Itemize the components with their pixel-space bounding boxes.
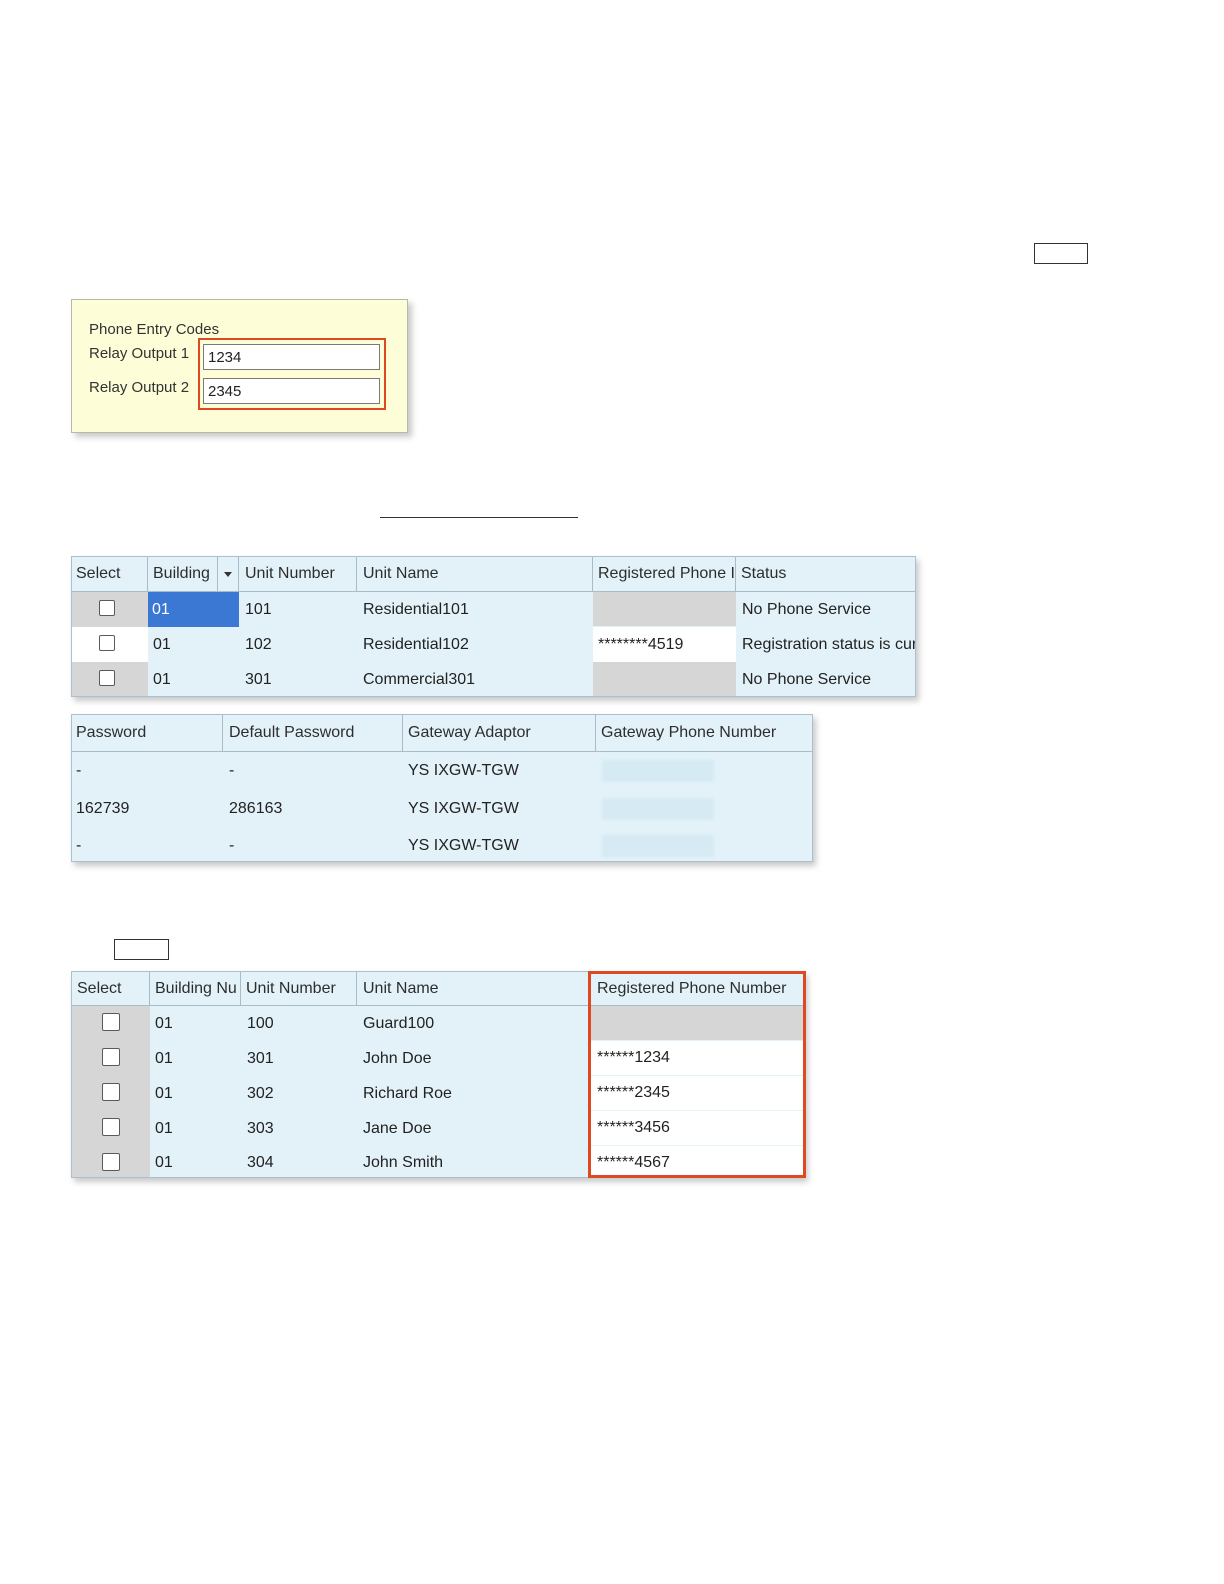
unit-number-cell: 101: [245, 600, 272, 618]
unit-number-cell: 304: [247, 1153, 274, 1171]
dropdown-arrow-icon[interactable]: [217, 557, 238, 591]
table-header: Select Building Unit Number Unit Name Re…: [72, 557, 915, 592]
checkbox-icon[interactable]: [99, 670, 115, 686]
header-password[interactable]: Password: [72, 715, 223, 751]
checkbox-icon[interactable]: [102, 1013, 120, 1031]
password-cell: -: [76, 762, 82, 779]
checkbox-icon[interactable]: [102, 1083, 120, 1101]
header-unit-number[interactable]: Unit Number: [239, 557, 357, 591]
redacted-phone-number: [602, 760, 714, 782]
password-table: Password Default Password Gateway Adapto…: [71, 714, 813, 862]
checkbox-icon[interactable]: [102, 1048, 120, 1066]
unit-name-cell: Residential101: [363, 600, 469, 618]
default-password-cell: -: [229, 837, 235, 854]
relay-output-2-label: Relay Output 2: [89, 379, 190, 396]
header-select[interactable]: Select: [72, 557, 148, 591]
relay-output-2-input[interactable]: [203, 378, 380, 404]
building-cell: 01: [155, 1014, 173, 1032]
unit-table: Select Building Unit Number Unit Name Re…: [71, 556, 916, 697]
redacted-phone-number: [602, 835, 714, 857]
unit-number-cell: 302: [247, 1084, 274, 1102]
default-password-cell: 286163: [229, 800, 283, 817]
registered-phone-cell: ********4519: [593, 627, 736, 662]
checkbox-icon[interactable]: [102, 1118, 120, 1136]
redacted-phone-number: [602, 798, 714, 820]
default-password-cell: -: [229, 762, 235, 779]
outline-box-middle: [114, 939, 169, 960]
header-gateway-phone-number[interactable]: Gateway Phone Number: [596, 715, 812, 751]
checkbox-icon[interactable]: [102, 1153, 120, 1171]
unit-name-cell: Jane Doe: [363, 1119, 432, 1137]
unit-number-cell: 301: [247, 1049, 274, 1067]
registered-phone-cell: [593, 662, 736, 696]
unit-name-cell: Residential102: [363, 635, 469, 653]
header-unit-number[interactable]: Unit Number: [241, 972, 357, 1005]
header-registered-phone[interactable]: Registered Phone I: [593, 557, 736, 591]
building-cell: 01: [155, 1119, 173, 1137]
unit-name-cell: Richard Roe: [363, 1084, 452, 1102]
status-cell: No Phone Service: [742, 670, 871, 688]
unit-name-cell: Commercial301: [363, 670, 476, 688]
gateway-adaptor-cell: YS IXGW-TGW: [408, 762, 519, 779]
unit-number-cell: 301: [245, 670, 272, 688]
header-building[interactable]: Building: [148, 557, 239, 591]
relay-output-1-input[interactable]: [203, 344, 380, 370]
building-cell: 01: [155, 1049, 173, 1067]
panel-title: Phone Entry Codes: [89, 321, 220, 338]
header-default-password[interactable]: Default Password: [223, 715, 403, 751]
password-cell: 162739: [76, 800, 130, 817]
relay-output-1-label: Relay Output 1: [89, 345, 190, 362]
header-building-label: Building: [153, 565, 210, 582]
underline-rule: [380, 517, 578, 518]
building-cell[interactable]: 01: [148, 592, 239, 627]
password-cell: -: [76, 837, 82, 854]
header-unit-name[interactable]: Unit Name: [357, 972, 591, 1005]
outline-box-top: [1034, 243, 1088, 264]
unit-number-cell: 303: [247, 1119, 274, 1137]
header-gateway-adaptor[interactable]: Gateway Adaptor: [403, 715, 596, 751]
gateway-adaptor-cell: YS IXGW-TGW: [408, 800, 519, 817]
header-building-number[interactable]: Building Nu: [150, 972, 241, 1005]
registered-phone-cell: [593, 592, 736, 626]
header-status[interactable]: Status: [736, 557, 915, 591]
unit-name-cell: John Doe: [363, 1049, 432, 1067]
building-cell: 01: [155, 1153, 173, 1171]
status-cell: Registration status is cur: [742, 635, 916, 653]
gateway-adaptor-cell: YS IXGW-TGW: [408, 837, 519, 854]
unit-number-cell: 102: [245, 635, 272, 653]
unit-name-cell: John Smith: [363, 1153, 444, 1171]
building-cell: 01: [155, 1084, 173, 1102]
table-header: Password Default Password Gateway Adapto…: [72, 715, 812, 752]
phone-entry-codes-panel: Phone Entry Codes Relay Output 1 Relay O…: [71, 299, 408, 433]
building-cell: 01: [153, 635, 171, 653]
highlight-box: [588, 971, 806, 1178]
header-select[interactable]: Select: [72, 972, 150, 1005]
checkbox-icon[interactable]: [99, 600, 115, 616]
header-unit-name[interactable]: Unit Name: [357, 557, 593, 591]
unit-name-cell: Guard100: [363, 1014, 435, 1032]
checkbox-icon[interactable]: [99, 635, 115, 651]
status-cell: No Phone Service: [742, 600, 871, 618]
building-cell: 01: [153, 670, 171, 688]
unit-number-cell: 100: [247, 1014, 274, 1032]
